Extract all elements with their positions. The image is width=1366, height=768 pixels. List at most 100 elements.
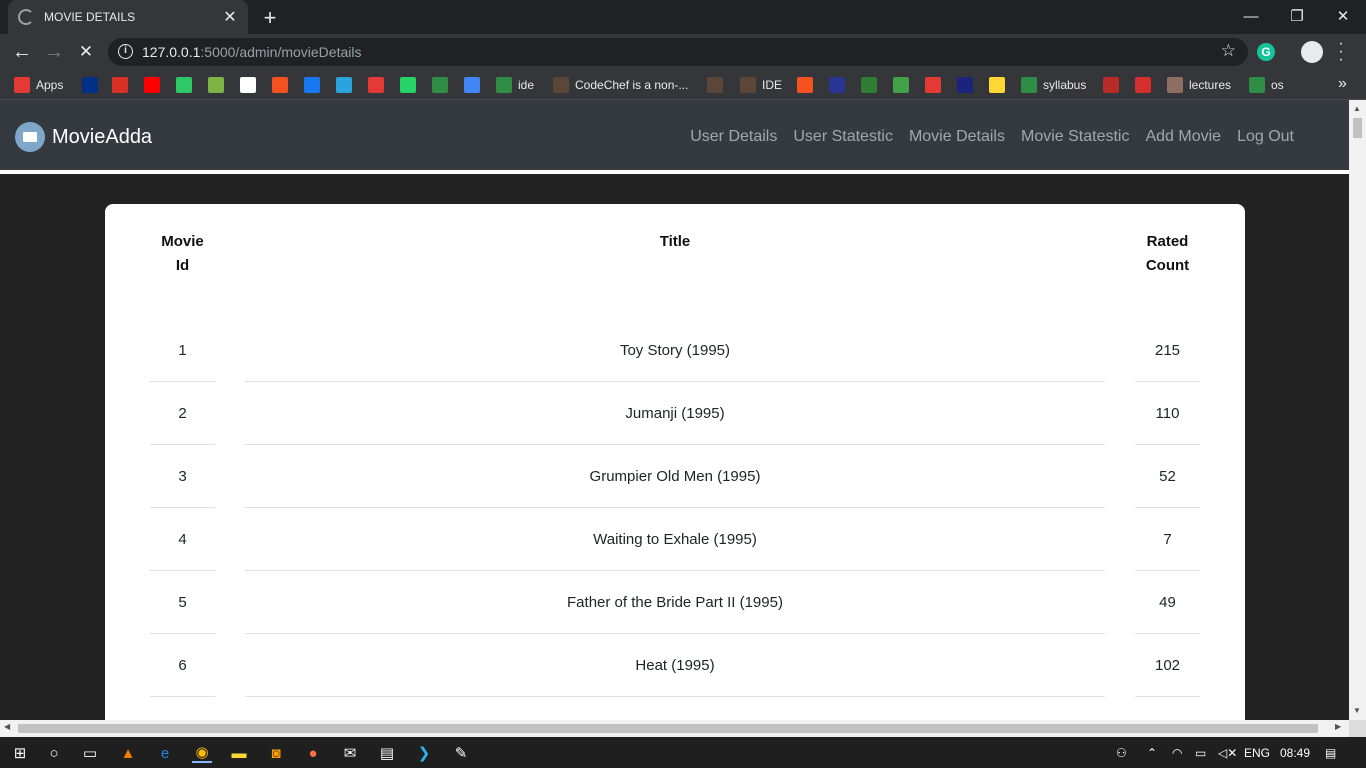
bookmark-11[interactable]	[400, 77, 422, 93]
horizontal-scrollbar[interactable]: ◀ ▶	[0, 720, 1349, 737]
site-info-icon[interactable]: i	[118, 44, 133, 59]
vscode-icon[interactable]: ❯	[414, 743, 434, 763]
bookmark-label: Apps	[36, 78, 64, 92]
battery-icon[interactable]: ▭	[1195, 746, 1206, 760]
cell-movie-id: 3	[150, 445, 215, 508]
bookmark-25[interactable]: syllabus	[1021, 77, 1086, 93]
people-icon[interactable]: ⚇	[1116, 746, 1127, 760]
codechef-icon	[553, 77, 569, 93]
profile-avatar[interactable]	[1301, 41, 1323, 63]
address-bar[interactable]: i 127.0.0.1:5000/admin/movieDetails ☆	[108, 38, 1248, 66]
scroll-right-icon[interactable]: ▶	[1335, 722, 1341, 731]
nav-log-out[interactable]: Log Out	[1237, 128, 1294, 146]
vertical-scrollbar[interactable]: ▲ ▼	[1349, 100, 1366, 720]
clapperboard-logo-icon	[15, 122, 45, 152]
bookmark-10[interactable]	[368, 77, 390, 93]
bookmark-22[interactable]	[925, 77, 947, 93]
bookmark-21[interactable]	[893, 77, 915, 93]
back-button[interactable]: ←	[10, 40, 34, 64]
bookmark-24[interactable]	[989, 77, 1011, 93]
tab-close-icon[interactable]: ✕	[220, 7, 240, 27]
horizontal-scroll-thumb[interactable]	[18, 724, 1318, 733]
bookmark-3[interactable]	[144, 77, 166, 93]
url-text[interactable]: 127.0.0.1:5000/admin/movieDetails	[142, 44, 361, 60]
brand[interactable]: MovieAdda	[15, 122, 152, 152]
bookmark-13[interactable]	[464, 77, 486, 93]
mail-icon[interactable]: ✉	[340, 743, 360, 763]
tray-chevron-icon[interactable]: ⌃	[1147, 746, 1157, 760]
language-indicator[interactable]: ENG	[1244, 746, 1270, 760]
vlc-icon[interactable]: ▲	[118, 743, 138, 763]
task-view-icon[interactable]: ▭	[80, 743, 100, 763]
nav-user-statestic[interactable]: User Statestic	[793, 128, 893, 146]
bookmark-8[interactable]	[304, 77, 326, 93]
firefox-icon[interactable]: ●	[303, 743, 323, 763]
table-row: 3 Grumpier Old Men (1995) 52	[150, 445, 1200, 508]
bookmark-12[interactable]	[432, 77, 454, 93]
edge-icon[interactable]: e	[155, 743, 175, 763]
store-icon[interactable]: ▤	[377, 743, 397, 763]
chrome-icon[interactable]: ◉	[192, 743, 212, 763]
minimize-button[interactable]: —	[1228, 0, 1274, 32]
new-tab-button[interactable]: +	[258, 5, 282, 31]
gmail-icon	[112, 77, 128, 93]
vertical-scroll-thumb[interactable]	[1353, 118, 1362, 138]
clock[interactable]: 08:49	[1280, 746, 1310, 760]
windows-taskbar: ⊞ ○ ▭ ▲ e ◉ ▬ ◙ ● ✉ ▤ ❯ ✎ ⚇ ⌃ ◠ ▭ ◁✕ ENG…	[0, 737, 1366, 768]
bookmark-4[interactable]	[176, 77, 198, 93]
table-row: 6 Heat (1995) 102	[150, 634, 1200, 697]
table-row: 2 Jumanji (1995) 110	[150, 382, 1200, 445]
bookmark-14[interactable]: ide	[496, 77, 534, 93]
search-icon[interactable]: ○	[44, 743, 64, 763]
bookmark-1[interactable]	[82, 77, 104, 93]
bookmark-28[interactable]: lectures	[1167, 77, 1231, 93]
restore-button[interactable]: ❐	[1274, 0, 1320, 32]
cell-title: Father of the Bride Part II (1995)	[245, 571, 1105, 634]
bookmark-26[interactable]	[1103, 77, 1125, 93]
grammarly-extension-icon[interactable]: G	[1257, 43, 1275, 61]
table-body: 1 Toy Story (1995) 215 2 Jumanji (1995) 110 3 G…	[150, 319, 1200, 760]
bookmark-17[interactable]: IDE	[740, 77, 782, 93]
bookmark-6[interactable]	[240, 77, 262, 93]
bookmark-0[interactable]: Apps	[14, 77, 63, 93]
nav-user-details[interactable]: User Details	[690, 128, 777, 146]
menu-kebab-icon[interactable]: · · ·	[1336, 36, 1346, 68]
bookmark-20[interactable]	[861, 77, 883, 93]
nav-add-movie[interactable]: Add Movie	[1145, 128, 1221, 146]
bookmark-19[interactable]	[829, 77, 851, 93]
cell-rated-count: 49	[1135, 571, 1200, 634]
scroll-up-icon[interactable]: ▲	[1353, 104, 1361, 113]
paint-icon[interactable]: ✎	[451, 743, 471, 763]
bookmark-23[interactable]	[957, 77, 979, 93]
bookmark-7[interactable]	[272, 77, 294, 93]
bookmark-18[interactable]	[797, 77, 819, 93]
scroll-down-icon[interactable]: ▼	[1353, 706, 1361, 715]
bookmarks-overflow-icon[interactable]: »	[1338, 75, 1347, 93]
bookmark-29[interactable]: os	[1249, 77, 1284, 93]
bookmark-15[interactable]: CodeChef is a non-...	[553, 77, 688, 93]
bookmark-5[interactable]	[208, 77, 230, 93]
file-explorer-icon[interactable]: ▬	[229, 743, 249, 763]
ftu-icon	[861, 77, 877, 93]
bookmark-star-icon[interactable]: ☆	[1221, 41, 1236, 61]
scroll-left-icon[interactable]: ◀	[4, 722, 10, 731]
forward-button[interactable]: →	[42, 40, 66, 64]
bookmark-9[interactable]	[336, 77, 358, 93]
app-icon[interactable]: ◙	[266, 743, 286, 763]
wifi-icon[interactable]: ◠	[1172, 746, 1182, 760]
bookmark-2[interactable]	[112, 77, 134, 93]
browser-tab[interactable]: MOVIE DETAILS ✕	[8, 0, 248, 34]
nav-movie-details[interactable]: Movie Details	[909, 128, 1005, 146]
volume-mute-icon[interactable]: ◁✕	[1218, 746, 1237, 760]
gfg-icon	[432, 77, 448, 93]
windows-start-icon[interactable]: ⊞	[10, 743, 30, 763]
bookmark-27[interactable]	[1135, 77, 1157, 93]
header-rated-count: Rated Count	[1145, 233, 1190, 274]
cell-rated-count: 7	[1135, 508, 1200, 571]
nav-movie-statestic[interactable]: Movie Statestic	[1021, 128, 1129, 146]
bookmark-16[interactable]	[707, 77, 729, 93]
stop-loading-button[interactable]: ✕	[74, 40, 98, 64]
notifications-icon[interactable]: ▤	[1325, 746, 1336, 760]
infinity-icon	[464, 77, 480, 93]
close-window-button[interactable]: ✕	[1320, 0, 1366, 32]
